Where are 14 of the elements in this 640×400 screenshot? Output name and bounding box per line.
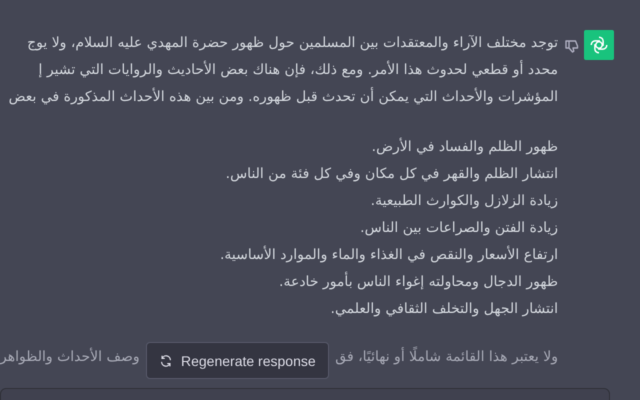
list-item: ظهور الظلم والفساد في الأرض. (370, 136, 558, 157)
refresh-icon (159, 354, 173, 368)
regenerate-button[interactable]: Regenerate response (146, 342, 329, 379)
paragraph-line: المؤشرات والأحداث التي يمكن أن تحدث قبل ظهوره. ومن بين هذه الأحداث المذكورة في بعض (8, 86, 558, 107)
list-item: زيادة الزلازل والكوارث الطبيعية. (370, 192, 558, 211)
paragraph-line: محدد أو قطعي لحدوث هذا الأمر. ومع ذلك، فإن هناك بعض الأحاديث والروايات التي تشير إ (38, 59, 558, 80)
list-item: انتشار الظلم والقهر في كل مكان وفي كل فئة من الناس. (224, 165, 558, 184)
list-item: ظهور الدجال ومحاولته إغواء الناس بأمور خادعة. (0, 269, 558, 296)
list-item: ارتفاع الأسعار والنقص في الغذاء والماء والموارد الأساسية. (218, 244, 558, 265)
thumbs-down-icon[interactable] (564, 38, 580, 54)
paragraph-line: توجد مختلف الآراء والمعتقدات بين المسلمين حول ظهور حضرة المهدي عليه السلام، ولا يوج (26, 34, 558, 53)
paragraph-line: ولا يعتبر هذا القائمة شاملًا أو نهائيًا، فق (335, 344, 558, 371)
list-item: زيادة الفتن والصراعات بين الناس. (359, 219, 558, 238)
list-item: انتشار الجهل والتخلف الثقافي والعلمي. (330, 300, 558, 319)
